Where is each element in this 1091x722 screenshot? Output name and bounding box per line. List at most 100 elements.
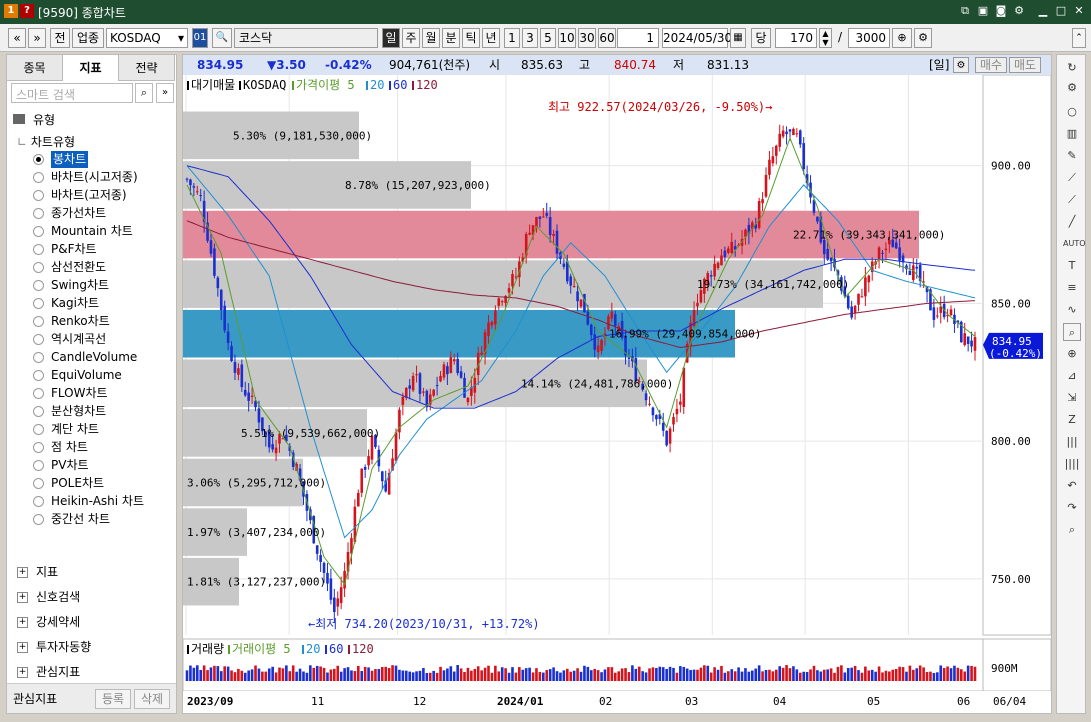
- collapse-icon[interactable]: ⌃: [1072, 28, 1086, 48]
- chart-type-item[interactable]: 바차트(시고저종): [51, 169, 138, 186]
- search-icon[interactable]: ⌕: [1063, 521, 1081, 539]
- expand-icon[interactable]: »: [156, 83, 174, 103]
- dang-button[interactable]: 당: [751, 28, 771, 48]
- radio-icon[interactable]: [33, 388, 44, 399]
- restore-icon[interactable]: ⧉: [958, 4, 972, 18]
- draw-tool-icon[interactable]: ✎: [1063, 147, 1081, 165]
- tree-group[interactable]: ∟ 차트유형: [17, 133, 75, 151]
- chart-type-item[interactable]: CandleVolume: [51, 349, 137, 366]
- folder-item[interactable]: + 강세약세: [17, 612, 80, 632]
- tab-0[interactable]: 종목: [7, 55, 63, 81]
- multiplier-5-button[interactable]: 5: [540, 28, 556, 48]
- trendline-icon[interactable]: ╱: [1063, 213, 1081, 231]
- folder-item[interactable]: + 지표: [17, 562, 58, 582]
- radio-icon[interactable]: [33, 496, 44, 507]
- multiplier-30-button[interactable]: 30: [578, 28, 596, 48]
- multiplier-3-button[interactable]: 3: [522, 28, 538, 48]
- total-count-input[interactable]: 3000: [848, 28, 890, 48]
- circle-icon[interactable]: ○: [1063, 103, 1081, 121]
- search-icon[interactable]: ⌕: [135, 83, 153, 103]
- draw-ray-icon[interactable]: ⟋: [1063, 191, 1081, 209]
- radio-icon[interactable]: [33, 298, 44, 309]
- radio-icon[interactable]: [33, 406, 44, 417]
- chevron-down-icon[interactable]: ▾: [178, 29, 184, 47]
- zoom-icon[interactable]: ⊕: [892, 28, 912, 48]
- radio-icon[interactable]: [33, 442, 44, 453]
- settings-icon[interactable]: ⚙: [914, 28, 932, 48]
- close-icon[interactable]: ✕: [1072, 4, 1086, 18]
- chart-type-item[interactable]: Swing차트: [51, 277, 109, 294]
- code-select-button[interactable]: 01: [192, 28, 208, 48]
- radio-icon[interactable]: [33, 262, 44, 273]
- redo-icon[interactable]: ↷: [1063, 499, 1081, 517]
- chart-type-item[interactable]: Kagi차트: [51, 295, 99, 312]
- fibonacci-icon[interactable]: ≡: [1063, 279, 1081, 297]
- period-5-button[interactable]: 년: [482, 28, 500, 48]
- chart-type-item[interactable]: 바차트(고저종): [51, 187, 127, 204]
- cursor-icon[interactable]: ⇲: [1063, 389, 1081, 407]
- chart-type-item[interactable]: PV차트: [51, 457, 89, 474]
- chart-type-item[interactable]: 봉차트: [51, 151, 89, 168]
- radio-icon[interactable]: [33, 514, 44, 525]
- radio-icon[interactable]: [33, 460, 44, 471]
- chart-type-item[interactable]: FLOW차트: [51, 385, 108, 402]
- chart-type-item[interactable]: EquiVolume: [51, 367, 122, 384]
- magnet-icon[interactable]: ∿: [1063, 301, 1081, 319]
- draw-line-icon[interactable]: ⟋: [1063, 169, 1081, 187]
- radio-icon[interactable]: [33, 478, 44, 489]
- period-4-button[interactable]: 틱: [462, 28, 480, 48]
- vertical-lines-icon[interactable]: |||: [1063, 433, 1081, 451]
- period-3-button[interactable]: 분: [442, 28, 460, 48]
- jeon-button[interactable]: 전: [50, 28, 70, 48]
- undo-icon[interactable]: ↶: [1063, 477, 1081, 495]
- buy-button[interactable]: 매수: [975, 57, 1007, 73]
- expand-plus-icon[interactable]: +: [17, 642, 28, 653]
- text-tool-icon[interactable]: T: [1063, 257, 1081, 275]
- settings-icon[interactable]: ⚙: [953, 57, 969, 73]
- delete-button[interactable]: 삭제: [134, 689, 170, 709]
- chart-type-item[interactable]: 역시계곡선: [51, 331, 106, 348]
- gear-icon[interactable]: ⚙: [1063, 79, 1081, 97]
- prev-button[interactable]: «: [8, 28, 26, 48]
- multiplier-1-button[interactable]: 1: [504, 28, 520, 48]
- zigzag-icon[interactable]: Z: [1063, 411, 1081, 429]
- expand-plus-icon[interactable]: +: [17, 617, 28, 628]
- expand-plus-icon[interactable]: +: [17, 592, 28, 603]
- sell-button[interactable]: 매도: [1009, 57, 1041, 73]
- chart-type-item[interactable]: Mountain 차트: [51, 223, 133, 240]
- next-button[interactable]: »: [28, 28, 46, 48]
- chart-type-item[interactable]: 계단 차트: [51, 421, 99, 438]
- bar-chart-icon[interactable]: ▥: [1063, 125, 1081, 143]
- register-button[interactable]: 등록: [95, 689, 131, 709]
- multiplier-60-button[interactable]: 60: [598, 28, 616, 48]
- count-box[interactable]: 1: [617, 28, 659, 48]
- calendar-icon[interactable]: ▦: [730, 28, 746, 48]
- folder-item[interactable]: + 신호검색: [17, 587, 80, 607]
- chart-type-item[interactable]: 점 차트: [51, 439, 88, 456]
- radio-icon[interactable]: [33, 226, 44, 237]
- window-icon[interactable]: ▣: [976, 4, 990, 18]
- radio-icon[interactable]: [33, 352, 44, 363]
- expand-plus-icon[interactable]: +: [17, 667, 28, 678]
- grid-lines-icon[interactable]: ||||: [1063, 455, 1081, 473]
- radio-icon[interactable]: [33, 208, 44, 219]
- camera-icon[interactable]: ◙: [994, 4, 1008, 18]
- chart-type-item[interactable]: 중간선 차트: [51, 511, 110, 528]
- tab-2[interactable]: 전략: [119, 55, 175, 81]
- folder-item[interactable]: + 투자자동향: [17, 637, 91, 657]
- chart-type-item[interactable]: 삼선전환도: [51, 259, 106, 276]
- auto-trend-icon[interactable]: AUTO: [1063, 235, 1086, 253]
- zoom-in-icon[interactable]: ⊕: [1063, 345, 1081, 363]
- tree-root[interactable]: 유형: [13, 111, 55, 129]
- period-0-button[interactable]: 일: [382, 28, 400, 48]
- spin-icon[interactable]: ▲ ▼: [819, 28, 832, 48]
- radio-icon[interactable]: [33, 334, 44, 345]
- date-input[interactable]: 2024/05/30: [662, 28, 732, 48]
- refresh-icon[interactable]: ↻: [1063, 59, 1081, 77]
- minimize-icon[interactable]: ▁: [1036, 4, 1050, 18]
- gear-icon[interactable]: ⚙: [1012, 4, 1026, 18]
- tab-1[interactable]: 지표: [63, 55, 119, 81]
- radio-icon[interactable]: [33, 172, 44, 183]
- radio-icon[interactable]: [33, 280, 44, 291]
- chart-type-item[interactable]: POLE차트: [51, 475, 104, 492]
